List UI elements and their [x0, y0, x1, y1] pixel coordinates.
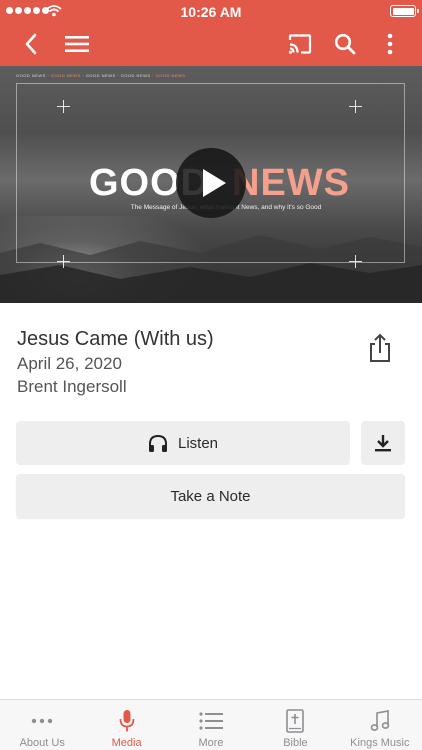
tab-about-us[interactable]: About Us [0, 700, 84, 750]
take-note-button[interactable]: Take a Note [16, 474, 405, 518]
crosshair-icon [349, 255, 362, 268]
tab-more[interactable]: More [169, 700, 253, 750]
navigation-bar [0, 22, 422, 66]
sermon-title: Jesus Came (With us) [17, 328, 214, 350]
video-title-news: NEWS [232, 162, 350, 204]
video-player[interactable]: GOOD NEWS · GOOD NEWS · GOOD NEWS · GOOD… [0, 66, 422, 303]
back-icon [25, 33, 37, 55]
tab-label: Bible [283, 737, 308, 749]
bible-icon [286, 709, 305, 733]
download-button[interactable] [361, 421, 405, 465]
crosshair-icon [57, 100, 70, 113]
play-icon [203, 169, 226, 197]
status-time: 10:26 AM [180, 4, 242, 20]
sermon-date: April 26, 2020 [17, 354, 122, 373]
tab-label: Media [111, 737, 142, 749]
back-button[interactable] [16, 22, 46, 66]
play-button[interactable] [176, 148, 246, 218]
share-icon [370, 333, 390, 362]
more-vertical-icon [387, 33, 393, 55]
crosshair-icon [349, 100, 362, 113]
battery-icon [390, 5, 419, 17]
more-options-button[interactable] [376, 22, 404, 66]
tab-media[interactable]: Media [84, 700, 168, 750]
listen-label: Listen [177, 434, 219, 452]
tab-label: More [198, 737, 224, 749]
tab-label: About Us [19, 737, 65, 749]
cast-icon [288, 34, 312, 54]
series-banner: GOOD NEWS · GOOD NEWS · GOOD NEWS · GOOD… [16, 73, 186, 78]
take-note-label: Take a Note [170, 487, 251, 505]
sermon-speaker: Brent Ingersoll [17, 377, 127, 396]
tab-bar: About Us Media More Bible Kings Music [0, 699, 422, 750]
search-button[interactable] [331, 22, 359, 66]
status-bar: 10:26 AM [0, 0, 422, 22]
list-icon [199, 712, 224, 730]
crosshair-icon [57, 255, 70, 268]
headphones-icon [148, 434, 167, 452]
cast-button[interactable] [286, 22, 314, 66]
listen-button[interactable]: Listen [16, 421, 350, 465]
share-button[interactable] [364, 332, 396, 364]
search-icon [334, 33, 356, 55]
tab-label: Kings Music [350, 737, 410, 749]
tab-kings-music[interactable]: Kings Music [338, 700, 422, 750]
music-note-icon [370, 710, 390, 731]
microphone-icon [119, 710, 135, 732]
tab-bible[interactable]: Bible [253, 700, 337, 750]
more-horizontal-icon [32, 718, 53, 724]
download-icon [375, 435, 391, 452]
menu-button[interactable] [62, 22, 92, 66]
menu-icon [65, 36, 89, 52]
